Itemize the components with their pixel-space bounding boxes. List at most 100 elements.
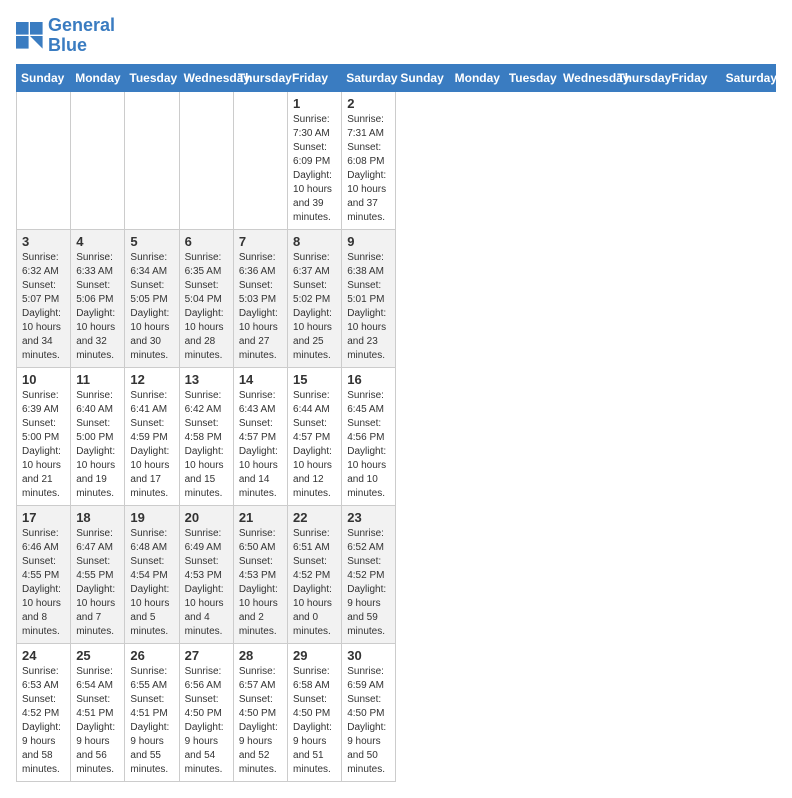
calendar-cell: 29 Sunrise: 6:58 AM Sunset: 4:50 PM Dayli… (288, 643, 342, 781)
calendar-cell: 11 Sunrise: 6:40 AM Sunset: 5:00 PM Dayli… (71, 367, 125, 505)
weekday-header-cell: Sunday (396, 64, 450, 91)
weekday-header: Sunday (17, 64, 71, 91)
logo: GeneralBlue (16, 16, 115, 56)
calendar-cell: 7 Sunrise: 6:36 AM Sunset: 5:03 PM Daylig… (233, 229, 287, 367)
day-number: 23 (347, 510, 390, 525)
day-number: 18 (76, 510, 119, 525)
calendar-week-row: 24 Sunrise: 6:53 AM Sunset: 4:52 PM Dayli… (17, 643, 776, 781)
day-info: Sunrise: 6:59 AM Sunset: 4:50 PM Dayligh… (347, 665, 390, 777)
weekday-header: Wednesday (179, 64, 233, 91)
weekday-header-cell: Friday (667, 64, 721, 91)
day-info: Sunrise: 6:34 AM Sunset: 5:05 PM Dayligh… (130, 251, 173, 363)
logo-text: GeneralBlue (48, 16, 115, 56)
day-info: Sunrise: 6:43 AM Sunset: 4:57 PM Dayligh… (239, 389, 282, 501)
day-number: 25 (76, 648, 119, 663)
logo-icon (16, 22, 44, 50)
day-number: 20 (185, 510, 228, 525)
day-info: Sunrise: 6:37 AM Sunset: 5:02 PM Dayligh… (293, 251, 336, 363)
calendar-cell: 2 Sunrise: 7:31 AM Sunset: 6:08 PM Daylig… (342, 91, 396, 229)
day-number: 10 (22, 372, 65, 387)
day-number: 12 (130, 372, 173, 387)
calendar-cell (125, 91, 179, 229)
day-info: Sunrise: 6:53 AM Sunset: 4:52 PM Dayligh… (22, 665, 65, 777)
calendar-cell: 15 Sunrise: 6:44 AM Sunset: 4:57 PM Dayli… (288, 367, 342, 505)
day-number: 2 (347, 96, 390, 111)
day-info: Sunrise: 6:41 AM Sunset: 4:59 PM Dayligh… (130, 389, 173, 501)
weekday-header-cell: Saturday (721, 64, 775, 91)
day-number: 13 (185, 372, 228, 387)
day-info: Sunrise: 6:46 AM Sunset: 4:55 PM Dayligh… (22, 527, 65, 639)
calendar-cell: 18 Sunrise: 6:47 AM Sunset: 4:55 PM Dayli… (71, 505, 125, 643)
day-number: 16 (347, 372, 390, 387)
day-info: Sunrise: 6:45 AM Sunset: 4:56 PM Dayligh… (347, 389, 390, 501)
day-number: 11 (76, 372, 119, 387)
day-number: 7 (239, 234, 282, 249)
day-number: 30 (347, 648, 390, 663)
day-info: Sunrise: 6:40 AM Sunset: 5:00 PM Dayligh… (76, 389, 119, 501)
day-number: 8 (293, 234, 336, 249)
calendar-cell: 12 Sunrise: 6:41 AM Sunset: 4:59 PM Dayli… (125, 367, 179, 505)
weekday-header: Monday (71, 64, 125, 91)
weekday-header-cell: Tuesday (504, 64, 558, 91)
day-info: Sunrise: 6:57 AM Sunset: 4:50 PM Dayligh… (239, 665, 282, 777)
calendar-cell: 20 Sunrise: 6:49 AM Sunset: 4:53 PM Dayli… (179, 505, 233, 643)
weekday-header-cell: Monday (450, 64, 504, 91)
day-number: 9 (347, 234, 390, 249)
calendar-cell: 30 Sunrise: 6:59 AM Sunset: 4:50 PM Dayli… (342, 643, 396, 781)
calendar-cell: 14Sunrise: 6:43 AM Sunset: 4:57 PM Dayli… (233, 367, 287, 505)
day-number: 24 (22, 648, 65, 663)
weekday-header: Saturday (342, 64, 396, 91)
day-number: 29 (293, 648, 336, 663)
day-number: 21 (239, 510, 282, 525)
calendar-cell: 3 Sunrise: 6:32 AM Sunset: 5:07 PM Daylig… (17, 229, 71, 367)
calendar-week-row: 10Sunrise: 6:39 AM Sunset: 5:00 PM Dayli… (17, 367, 776, 505)
weekday-header-cell: Thursday (613, 64, 667, 91)
weekday-header: Friday (288, 64, 342, 91)
day-info: Sunrise: 6:47 AM Sunset: 4:55 PM Dayligh… (76, 527, 119, 639)
calendar-cell: 6Sunrise: 6:35 AM Sunset: 5:04 PM Daylig… (179, 229, 233, 367)
day-info: Sunrise: 6:58 AM Sunset: 4:50 PM Dayligh… (293, 665, 336, 777)
day-info: Sunrise: 6:42 AM Sunset: 4:58 PM Dayligh… (185, 389, 228, 501)
day-info: Sunrise: 7:31 AM Sunset: 6:08 PM Dayligh… (347, 113, 390, 225)
day-info: Sunrise: 6:50 AM Sunset: 4:53 PM Dayligh… (239, 527, 282, 639)
day-number: 3 (22, 234, 65, 249)
day-number: 26 (130, 648, 173, 663)
day-info: Sunrise: 6:44 AM Sunset: 4:57 PM Dayligh… (293, 389, 336, 501)
weekday-header-cell: Wednesday (559, 64, 613, 91)
calendar-cell: 26Sunrise: 6:55 AM Sunset: 4:51 PM Dayli… (125, 643, 179, 781)
calendar-cell: 13 Sunrise: 6:42 AM Sunset: 4:58 PM Dayli… (179, 367, 233, 505)
calendar-cell (71, 91, 125, 229)
calendar-cell: 17Sunrise: 6:46 AM Sunset: 4:55 PM Dayli… (17, 505, 71, 643)
day-number: 6 (185, 234, 228, 249)
weekday-header: Thursday (233, 64, 287, 91)
day-info: Sunrise: 6:49 AM Sunset: 4:53 PM Dayligh… (185, 527, 228, 639)
calendar-cell: 22 Sunrise: 6:51 AM Sunset: 4:52 PM Dayli… (288, 505, 342, 643)
day-info: Sunrise: 6:36 AM Sunset: 5:03 PM Dayligh… (239, 251, 282, 363)
calendar-table: SundayMondayTuesdayWednesdayThursdayFrid… (16, 64, 776, 782)
day-info: Sunrise: 6:52 AM Sunset: 4:52 PM Dayligh… (347, 527, 390, 639)
day-info: Sunrise: 7:30 AM Sunset: 6:09 PM Dayligh… (293, 113, 336, 225)
day-number: 1 (293, 96, 336, 111)
calendar-cell: 28Sunrise: 6:57 AM Sunset: 4:50 PM Dayli… (233, 643, 287, 781)
day-info: Sunrise: 6:51 AM Sunset: 4:52 PM Dayligh… (293, 527, 336, 639)
day-number: 15 (293, 372, 336, 387)
weekday-header: Tuesday (125, 64, 179, 91)
page-header: GeneralBlue (16, 16, 776, 56)
calendar-cell: 5Sunrise: 6:34 AM Sunset: 5:05 PM Daylig… (125, 229, 179, 367)
calendar-cell: 21 Sunrise: 6:50 AM Sunset: 4:53 PM Dayli… (233, 505, 287, 643)
calendar-cell: 8 Sunrise: 6:37 AM Sunset: 5:02 PM Daylig… (288, 229, 342, 367)
calendar-cell: 4Sunrise: 6:33 AM Sunset: 5:06 PM Daylig… (71, 229, 125, 367)
calendar-cell: 19Sunrise: 6:48 AM Sunset: 4:54 PM Dayli… (125, 505, 179, 643)
calendar-week-row: 3 Sunrise: 6:32 AM Sunset: 5:07 PM Daylig… (17, 229, 776, 367)
calendar-cell: 9 Sunrise: 6:38 AM Sunset: 5:01 PM Daylig… (342, 229, 396, 367)
calendar-cell (17, 91, 71, 229)
day-number: 22 (293, 510, 336, 525)
calendar-cell (233, 91, 287, 229)
day-info: Sunrise: 6:38 AM Sunset: 5:01 PM Dayligh… (347, 251, 390, 363)
day-info: Sunrise: 6:56 AM Sunset: 4:50 PM Dayligh… (185, 665, 228, 777)
day-info: Sunrise: 6:48 AM Sunset: 4:54 PM Dayligh… (130, 527, 173, 639)
calendar-cell: 25 Sunrise: 6:54 AM Sunset: 4:51 PM Dayli… (71, 643, 125, 781)
day-info: Sunrise: 6:32 AM Sunset: 5:07 PM Dayligh… (22, 251, 65, 363)
calendar-cell: 16 Sunrise: 6:45 AM Sunset: 4:56 PM Dayli… (342, 367, 396, 505)
day-info: Sunrise: 6:54 AM Sunset: 4:51 PM Dayligh… (76, 665, 119, 777)
